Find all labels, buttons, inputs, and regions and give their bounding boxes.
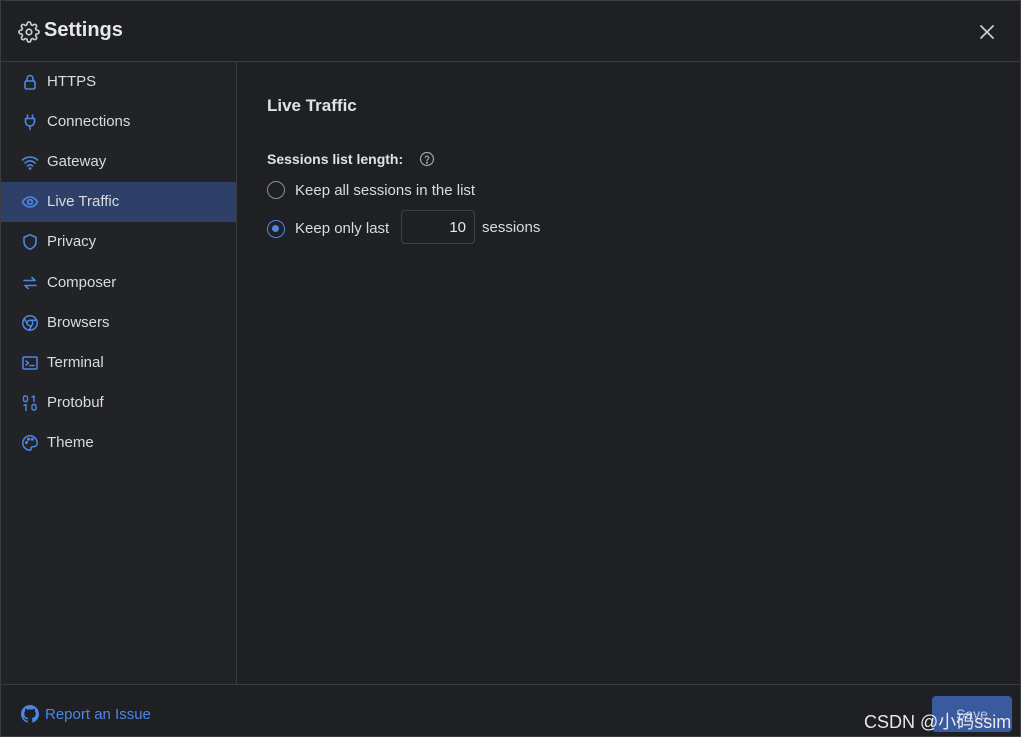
settings-sidebar: HTTPS Connections Gateway Live Traffic P… <box>1 62 237 684</box>
palette-icon <box>22 435 38 451</box>
keep-last-sessions-label[interactable]: Keep only last <box>295 220 389 237</box>
settings-content: Live Traffic Sessions list length: Keep … <box>238 62 1020 684</box>
sidebar-item-label: Gateway <box>47 153 107 170</box>
sidebar-item-privacy[interactable]: Privacy <box>1 222 236 262</box>
keep-all-sessions-label[interactable]: Keep all sessions in the list <box>295 182 475 199</box>
github-icon <box>21 705 39 723</box>
terminal-icon <box>22 356 38 370</box>
dialog-footer: Report an Issue Save CSDN @小码ssim <box>1 684 1020 737</box>
sidebar-item-label: Connections <box>47 113 131 130</box>
arrows-swap-icon <box>23 276 37 290</box>
plug-icon <box>24 114 36 131</box>
eye-icon <box>21 196 39 208</box>
gear-icon <box>18 21 40 43</box>
sidebar-item-label: Theme <box>47 434 94 451</box>
dialog-title: Settings <box>44 19 123 41</box>
wifi-icon <box>21 156 39 170</box>
sidebar-item-gateway[interactable]: Gateway <box>1 142 236 182</box>
sidebar-item-label: Privacy <box>47 233 97 250</box>
sidebar-item-protobuf[interactable]: Protobuf <box>1 383 236 423</box>
save-button[interactable]: Save <box>932 696 1012 732</box>
sessions-count-input[interactable] <box>401 210 475 244</box>
chrome-icon <box>22 315 38 331</box>
sidebar-item-label: Live Traffic <box>47 193 120 210</box>
shield-icon <box>23 234 37 250</box>
sidebar-item-label: Terminal <box>47 354 104 371</box>
sessions-list-length-label: Sessions list length: <box>267 151 404 167</box>
lock-icon <box>24 74 36 90</box>
close-icon[interactable] <box>977 22 997 42</box>
sidebar-item-live-traffic[interactable]: Live Traffic <box>1 182 236 222</box>
sidebar-item-label: HTTPS <box>47 73 97 90</box>
sidebar-item-browsers[interactable]: Browsers <box>1 303 236 343</box>
sidebar-item-label: Browsers <box>47 314 110 331</box>
sidebar-item-theme[interactable]: Theme <box>1 423 236 463</box>
report-issue-label: Report an Issue <box>45 705 151 723</box>
section-title: Live Traffic <box>267 96 357 115</box>
sessions-suffix-label: sessions <box>482 219 541 236</box>
sidebar-item-https[interactable]: HTTPS <box>1 62 236 102</box>
help-icon[interactable] <box>419 151 435 167</box>
binary-icon <box>22 395 37 412</box>
keep-all-sessions-radio[interactable] <box>267 181 285 199</box>
report-issue-link[interactable]: Report an Issue <box>21 705 151 723</box>
dialog-header: Settings <box>1 1 1020 62</box>
sidebar-item-terminal[interactable]: Terminal <box>1 343 236 383</box>
sidebar-item-connections[interactable]: Connections <box>1 102 236 142</box>
sidebar-item-label: Composer <box>47 274 117 291</box>
sidebar-item-composer[interactable]: Composer <box>1 263 236 303</box>
keep-last-sessions-radio[interactable] <box>267 220 285 238</box>
sidebar-item-label: Protobuf <box>47 394 104 411</box>
settings-dialog: Settings HTTPS Connections Gateway Live … <box>0 0 1021 737</box>
